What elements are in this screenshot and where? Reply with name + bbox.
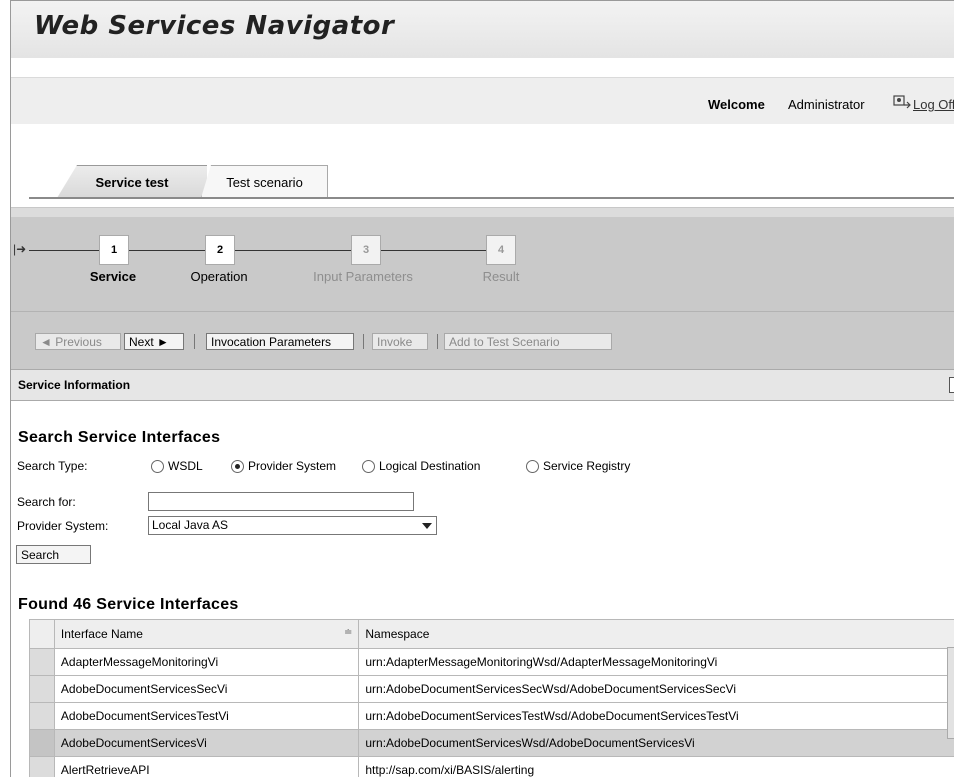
invoke-button[interactable]: Invoke (372, 333, 428, 350)
search-button[interactable]: Search (16, 545, 91, 564)
tab-underline (29, 197, 954, 199)
row-selector[interactable] (30, 676, 55, 703)
roadmap-step-2[interactable]: 2 (205, 235, 235, 265)
table-row[interactable]: AdobeDocumentServicesTestVi urn:AdobeDoc… (30, 703, 954, 730)
namespace-cell: http://sap.com/xi/BASIS/alerting (359, 757, 954, 777)
toolbar-separator (194, 334, 195, 349)
search-heading: Search Service Interfaces (18, 429, 220, 447)
radio-service-registry[interactable] (526, 460, 539, 473)
namespace-cell: urn:AdapterMessageMonitoringWsd/AdapterM… (359, 649, 954, 676)
radio-logical-destination-label[interactable]: Logical Destination (379, 459, 480, 473)
table-row[interactable]: AdapterMessageMonitoringVi urn:AdapterMe… (30, 649, 954, 676)
tab-service-test[interactable]: Service test (57, 165, 207, 198)
table-row[interactable]: AdobeDocumentServicesVi urn:AdobeDocumen… (30, 730, 954, 757)
app-window: Web Services Navigator Welcome Administr… (10, 0, 954, 777)
column-header-interface-name[interactable]: Interface Name≐ (54, 620, 358, 649)
radio-wsdl[interactable] (151, 460, 164, 473)
table-header-row: Interface Name≐ Namespace (30, 620, 954, 649)
column-header-namespace[interactable]: Namespace (359, 620, 954, 649)
app-title: Web Services Navigator (34, 11, 394, 41)
title-bar: Web Services Navigator (11, 1, 954, 58)
radio-service-registry-label[interactable]: Service Registry (543, 459, 630, 473)
section-title: Service Information (18, 378, 130, 392)
toolbar: ◄ Previous Next ► Invocation Parameters … (11, 311, 954, 370)
namespace-cell: urn:AdobeDocumentServicesSecWsd/AdobeDoc… (359, 676, 954, 703)
sort-icon[interactable]: ≐ (344, 627, 352, 638)
username: Administrator (788, 97, 865, 112)
roadmap-label-service[interactable]: Service (73, 269, 153, 284)
interface-name-cell: AlertRetrieveAPI (54, 757, 358, 777)
search-for-label: Search for: (17, 495, 76, 509)
provider-system-value: Local Java AS (152, 518, 228, 532)
radio-provider-system[interactable] (231, 460, 244, 473)
logoff-icon[interactable] (893, 95, 911, 109)
toolbar-separator (437, 334, 438, 349)
logoff-link[interactable]: Log Off (913, 97, 954, 112)
radio-logical-destination[interactable] (362, 460, 375, 473)
search-input[interactable] (148, 492, 414, 511)
select-all-cell[interactable] (30, 620, 55, 649)
interface-name-cell: AdobeDocumentServicesTestVi (54, 703, 358, 730)
interface-name-cell: AdobeDocumentServicesVi (54, 730, 358, 757)
roadmap-label-result: Result (461, 269, 541, 284)
row-selector[interactable] (30, 649, 55, 676)
results-table: Interface Name≐ Namespace AdapterMessage… (29, 619, 954, 777)
table-row[interactable]: AdobeDocumentServicesSecVi urn:AdobeDocu… (30, 676, 954, 703)
collapse-icon[interactable] (949, 377, 954, 393)
table-row[interactable]: AlertRetrieveAPI http://sap.com/xi/BASIS… (30, 757, 954, 777)
provider-system-select[interactable]: Local Java AS (148, 516, 437, 535)
provider-system-label: Provider System: (17, 519, 108, 533)
namespace-cell: urn:AdobeDocumentServicesWsd/AdobeDocume… (359, 730, 954, 757)
row-selector[interactable] (30, 757, 55, 777)
interface-name-cell: AdobeDocumentServicesSecVi (54, 676, 358, 703)
results-heading: Found 46 Service Interfaces (18, 596, 239, 614)
section-header: Service Information (11, 369, 954, 401)
row-selector[interactable] (30, 730, 55, 757)
welcome-label: Welcome (708, 97, 765, 112)
roadmap-step-4: 4 (486, 235, 516, 265)
previous-button[interactable]: ◄ Previous (35, 333, 121, 350)
user-bar: Welcome Administrator Log Off (11, 77, 954, 125)
roadmap-step-3: 3 (351, 235, 381, 265)
invocation-parameters-button[interactable]: Invocation Parameters (206, 333, 354, 350)
chevron-down-icon (422, 523, 432, 529)
row-selector[interactable] (30, 703, 55, 730)
roadmap-start-icon: |➜ (13, 242, 26, 256)
radio-wsdl-label[interactable]: WSDL (168, 459, 203, 473)
toolbar-separator (363, 334, 364, 349)
radio-provider-system-label[interactable]: Provider System (248, 459, 336, 473)
next-button[interactable]: Next ► (124, 333, 184, 350)
tab-test-scenario[interactable]: Test scenario (201, 165, 328, 198)
roadmap-label-operation[interactable]: Operation (179, 269, 259, 284)
add-to-test-scenario-button[interactable]: Add to Test Scenario (444, 333, 612, 350)
roadmap: |➜ 1 2 3 4 Service Operation Input Param… (11, 217, 954, 311)
table-scrollbar[interactable] (947, 647, 954, 739)
roadmap-step-1[interactable]: 1 (99, 235, 129, 265)
search-type-label: Search Type: (17, 459, 88, 473)
interface-name-cell: AdapterMessageMonitoringVi (54, 649, 358, 676)
roadmap-label-input-parameters: Input Parameters (293, 269, 433, 284)
namespace-cell: urn:AdobeDocumentServicesTestWsd/AdobeDo… (359, 703, 954, 730)
